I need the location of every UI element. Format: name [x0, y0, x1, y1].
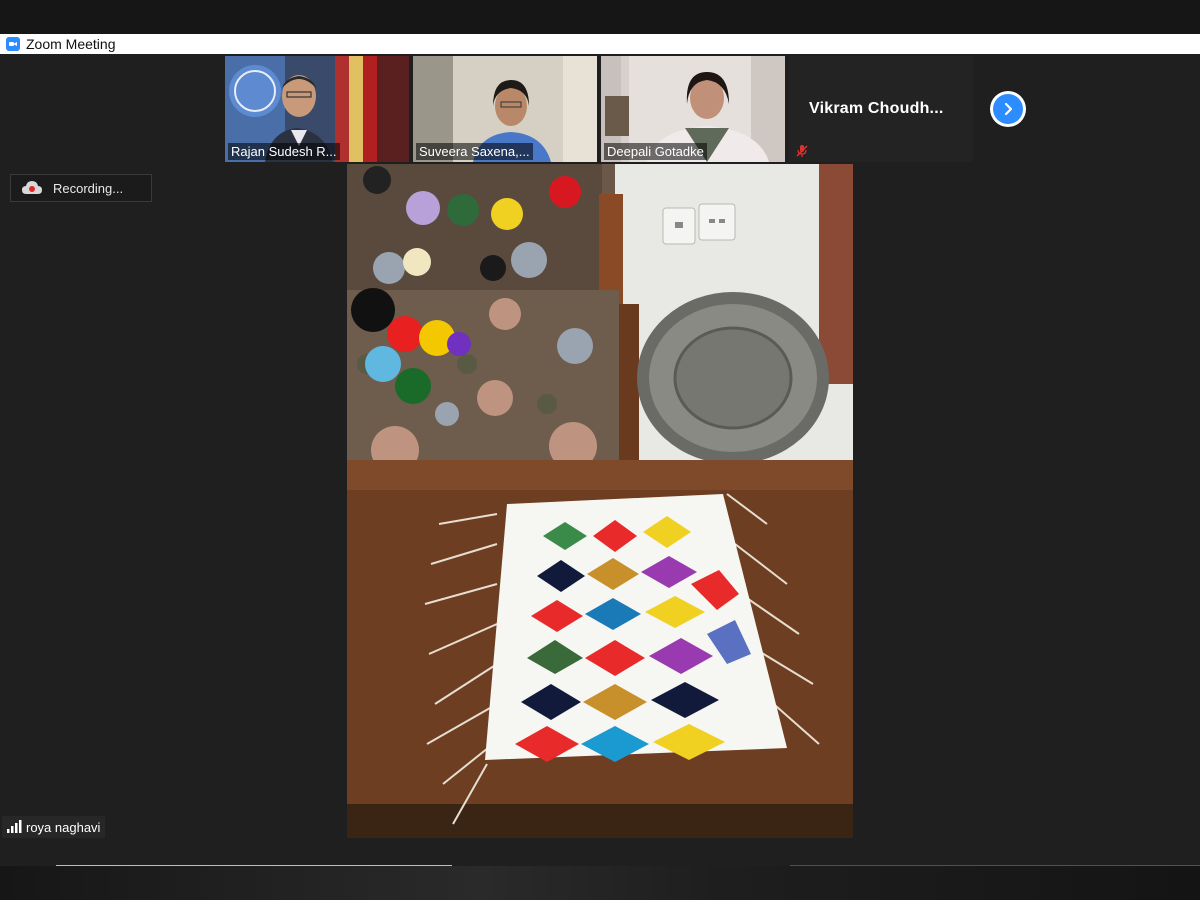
participant-tile[interactable]: Deepali Gotadke — [601, 56, 785, 162]
window-title: Zoom Meeting — [26, 36, 116, 52]
zoom-window: Zoom Meeting Rajan Sudesh R... Suveera S… — [0, 0, 1200, 900]
recording-label: Recording... — [53, 180, 124, 196]
participant-tile[interactable]: Rajan Sudesh R... — [225, 56, 409, 162]
participant-name: Vikram Choudh... — [809, 100, 944, 117]
participant-name: Rajan Sudesh R... — [228, 143, 340, 160]
shared-video-feed — [347, 164, 853, 838]
participant-strip: Rajan Sudesh R... Suveera Saxena,... Dee… — [225, 56, 973, 162]
meeting-area: Rajan Sudesh R... Suveera Saxena,... Dee… — [0, 54, 1200, 866]
chevron-right-icon — [1004, 102, 1013, 116]
active-speaker-name: roya naghavi — [26, 819, 101, 835]
active-speaker-label: roya naghavi — [2, 816, 106, 838]
signal-bars-icon — [7, 820, 22, 833]
title-bar: Zoom Meeting — [0, 34, 1200, 54]
participant-tile[interactable]: Suveera Saxena,... — [413, 56, 597, 162]
next-page-circle — [993, 94, 1023, 124]
main-speaker-video — [347, 164, 853, 838]
participant-tile[interactable]: Vikram Choudh... — [789, 56, 973, 162]
cloud-recording-icon — [22, 181, 42, 194]
participant-name: Deepali Gotadke — [604, 143, 707, 160]
next-page-button[interactable] — [990, 91, 1026, 127]
recording-indicator[interactable]: Recording... — [10, 174, 152, 202]
participant-name: Suveera Saxena,... — [416, 143, 533, 160]
desktop-band — [0, 0, 1200, 34]
bottom-band — [0, 866, 1200, 900]
mic-muted-icon — [796, 145, 808, 157]
zoom-camera-icon — [6, 37, 20, 51]
